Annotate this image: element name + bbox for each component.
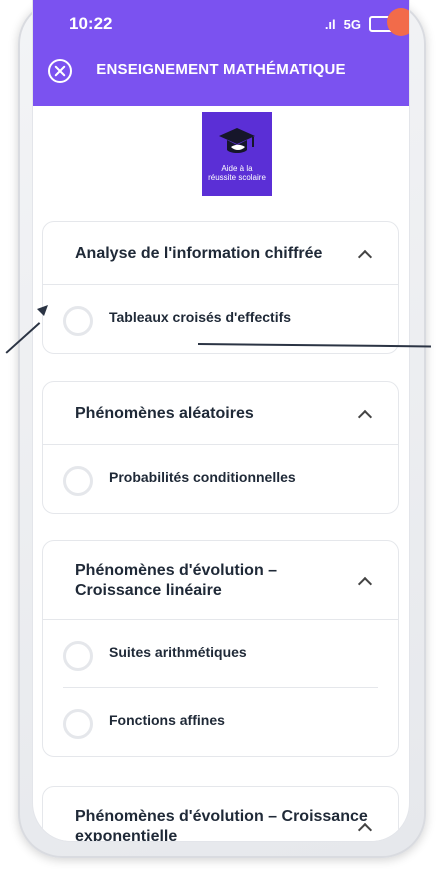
section-title-line1: Phénomènes d'évolution – Croissance [75,808,368,825]
page-title: ENSEIGNEMENT MATHÉMATIQUE [96,61,346,78]
arrow-head-icon [37,305,48,316]
item-label: Fonctions affines [109,712,225,728]
item-label: Suites arithmétiques [109,644,247,660]
chevron-up-icon[interactable] [357,409,373,425]
network-label: 5G [343,16,361,32]
section-title: Phénomènes aléatoires [75,405,254,422]
item-label: Tableaux croisés d'effectifs [109,309,292,325]
chevron-up-icon[interactable] [357,249,373,265]
section-header[interactable]: Phénomènes aléatoires [43,382,398,445]
list-item[interactable]: Suites arithmétiques [43,620,398,688]
radio-button[interactable] [63,709,93,739]
radio-button[interactable] [63,466,93,496]
section-header[interactable]: Phénomènes d'évolution – Croissance liné… [43,541,398,620]
section-card-analyse: Analyse de l'information chiffrée Tablea… [42,221,399,354]
section-title: Analyse de l'information chiffrée [75,245,323,262]
status-icons: .ıl 5G [324,8,409,36]
section-title-line2: Croissance linéaire [75,582,222,599]
section-title-line1: Phénomènes d'évolution – [75,562,278,579]
radio-button[interactable] [63,641,93,671]
list-item[interactable]: Probabilités conditionnelles [43,445,398,513]
app-header: 10:22 .ıl 5G ENSEIGNEMENT MATHÉMATIQUE [33,0,409,106]
section-card-aleatoires: Phénomènes aléatoires Probabilités condi… [42,381,399,514]
battery-icon [369,8,409,36]
app-screen: 10:22 .ıl 5G ENSEIGNEMENT MATHÉMATIQUE A… [33,0,409,841]
radio-button[interactable] [63,306,93,336]
section-title: Phénomènes d'évolution – Croissance liné… [75,561,277,601]
logo-text-line1: Aide à la [221,164,253,173]
app-logo: Aide à la réussite scolaire [202,112,272,196]
chevron-up-icon[interactable] [357,576,373,592]
signal-icon: .ıl [324,16,336,32]
logo-text-line2: réussite scolaire [208,173,266,182]
status-time: 10:22 [69,14,113,33]
section-title-line2: exponentielle [75,828,178,841]
list-item[interactable]: Fonctions affines [43,688,398,756]
section-card-croissance-lineaire: Phénomènes d'évolution – Croissance liné… [42,540,399,757]
section-header[interactable]: Phénomènes d'évolution – Croissance expo… [43,787,398,841]
section-header[interactable]: Analyse de l'information chiffrée [43,222,398,285]
section-card-croissance-exponentielle: Phénomènes d'évolution – Croissance expo… [42,786,399,841]
graduation-cap-icon [219,128,255,153]
section-title: Phénomènes d'évolution – Croissance expo… [75,807,368,841]
item-label: Probabilités conditionnelles [109,469,296,485]
